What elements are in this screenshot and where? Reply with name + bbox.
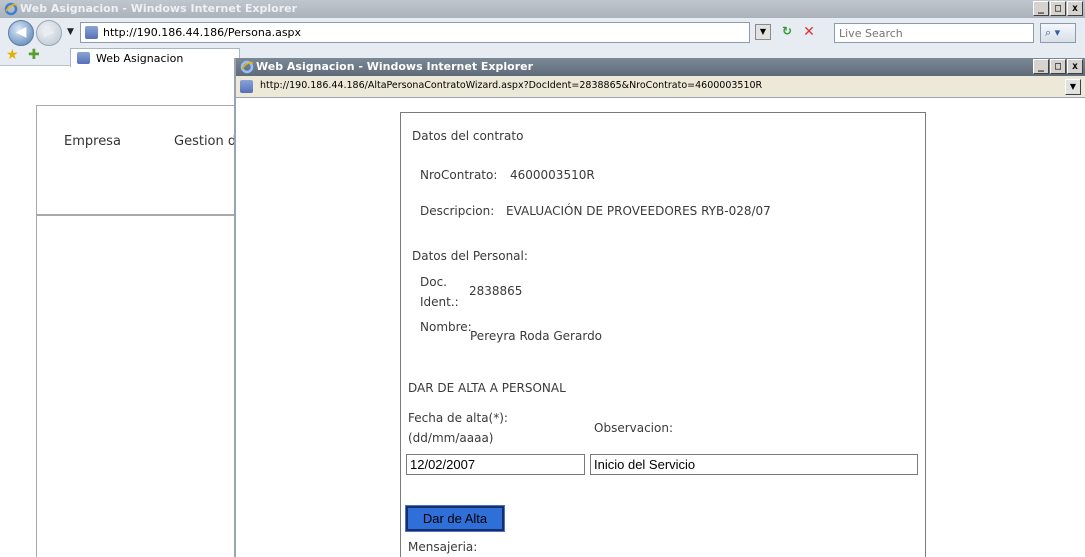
name-value: Pereyra Roda Gerardo: [470, 329, 603, 343]
tab-label: Web Asignacion: [96, 52, 184, 65]
favorites-star-icon[interactable]: ★: [6, 47, 19, 63]
doc-label-line2: Ident.:: [420, 295, 459, 309]
popup-address-text[interactable]: http://190.186.44.186/AltaPersonaContrat…: [260, 80, 762, 91]
contract-number-value: 4600003510R: [510, 168, 595, 182]
popup-address-bar: http://190.186.44.186/AltaPersonaContrat…: [236, 76, 1085, 98]
add-favorite-icon[interactable]: ✚: [28, 47, 40, 63]
background-panel: [36, 215, 246, 557]
main-window-title: Web Asignacion - Windows Internet Explor…: [20, 2, 298, 15]
internet-explorer-icon: [4, 2, 18, 16]
forward-button[interactable]: ▶: [36, 20, 62, 46]
stop-icon[interactable]: ✕: [800, 24, 818, 40]
messages-label: Mensajeria:: [408, 540, 478, 554]
contract-number-label: NroContrato:: [420, 168, 498, 182]
main-window-titlebar: Web Asignacion - Windows Internet Explor…: [0, 0, 1085, 18]
tab-web-asignacion[interactable]: Web Asignacion: [70, 48, 240, 67]
description-value: EVALUACIÓN DE PROVEEDORES RYB-028/07: [506, 204, 771, 218]
dar-de-alta-button[interactable]: Dar de Alta: [405, 505, 505, 532]
address-text[interactable]: http://190.186.44.186/Persona.aspx: [103, 26, 301, 39]
search-icon[interactable]: ⌕ ▾: [1040, 23, 1076, 43]
menu-item-empresa[interactable]: Empresa: [64, 134, 121, 149]
background-page: Empresa Gestion d: [0, 92, 246, 557]
date-input[interactable]: [406, 454, 585, 475]
popup-address-dropdown-icon[interactable]: ▼: [1065, 79, 1081, 95]
history-dropdown-icon[interactable]: ▼: [67, 27, 74, 37]
address-dropdown-icon[interactable]: ▼: [755, 24, 771, 40]
internet-explorer-icon: [240, 60, 254, 74]
popup-titlebar: Web Asignacion - Windows Internet Explor…: [236, 58, 1085, 76]
popup-close-button[interactable]: x: [1067, 59, 1083, 74]
observation-label: Observacion:: [594, 421, 674, 435]
popup-minimize-button[interactable]: _: [1033, 59, 1049, 74]
main-close-button[interactable]: x: [1067, 1, 1083, 16]
menu-item-gestion[interactable]: Gestion d: [174, 134, 236, 149]
back-button[interactable]: ◀: [8, 20, 34, 46]
contract-section-title: Datos del contrato: [412, 129, 524, 143]
observation-input[interactable]: [590, 454, 918, 475]
address-bar[interactable]: http://190.186.44.186/Persona.aspx: [80, 22, 750, 43]
date-label-line1: Fecha de alta(*):: [408, 411, 508, 425]
tab-page-icon: [77, 52, 90, 64]
page-icon: [85, 26, 98, 39]
name-label: Nombre:: [420, 320, 472, 334]
date-label-line2: (dd/mm/aaaa): [408, 431, 494, 445]
personal-section-title: Datos del Personal:: [412, 249, 528, 263]
alta-form: Datos del contrato NroContrato: 46000035…: [400, 112, 926, 557]
doc-label-line1: Doc.: [420, 275, 447, 289]
popup-maximize-button[interactable]: □: [1050, 59, 1066, 74]
refresh-icon[interactable]: ↻: [778, 24, 796, 40]
description-label: Descripcion:: [420, 204, 495, 218]
search-input[interactable]: [834, 23, 1034, 43]
alta-section-title: DAR DE ALTA A PERSONAL: [408, 381, 566, 395]
popup-page: Datos del contrato NroContrato: 46000035…: [236, 99, 1085, 557]
background-menu: Empresa Gestion d: [36, 105, 246, 215]
doc-value: 2838865: [469, 284, 523, 298]
main-maximize-button[interactable]: □: [1050, 1, 1066, 16]
popup-title: Web Asignacion - Windows Internet Explor…: [256, 60, 534, 73]
page-icon: [240, 80, 253, 93]
popup-window: Web Asignacion - Windows Internet Explor…: [234, 58, 1085, 557]
main-minimize-button[interactable]: _: [1033, 1, 1049, 16]
